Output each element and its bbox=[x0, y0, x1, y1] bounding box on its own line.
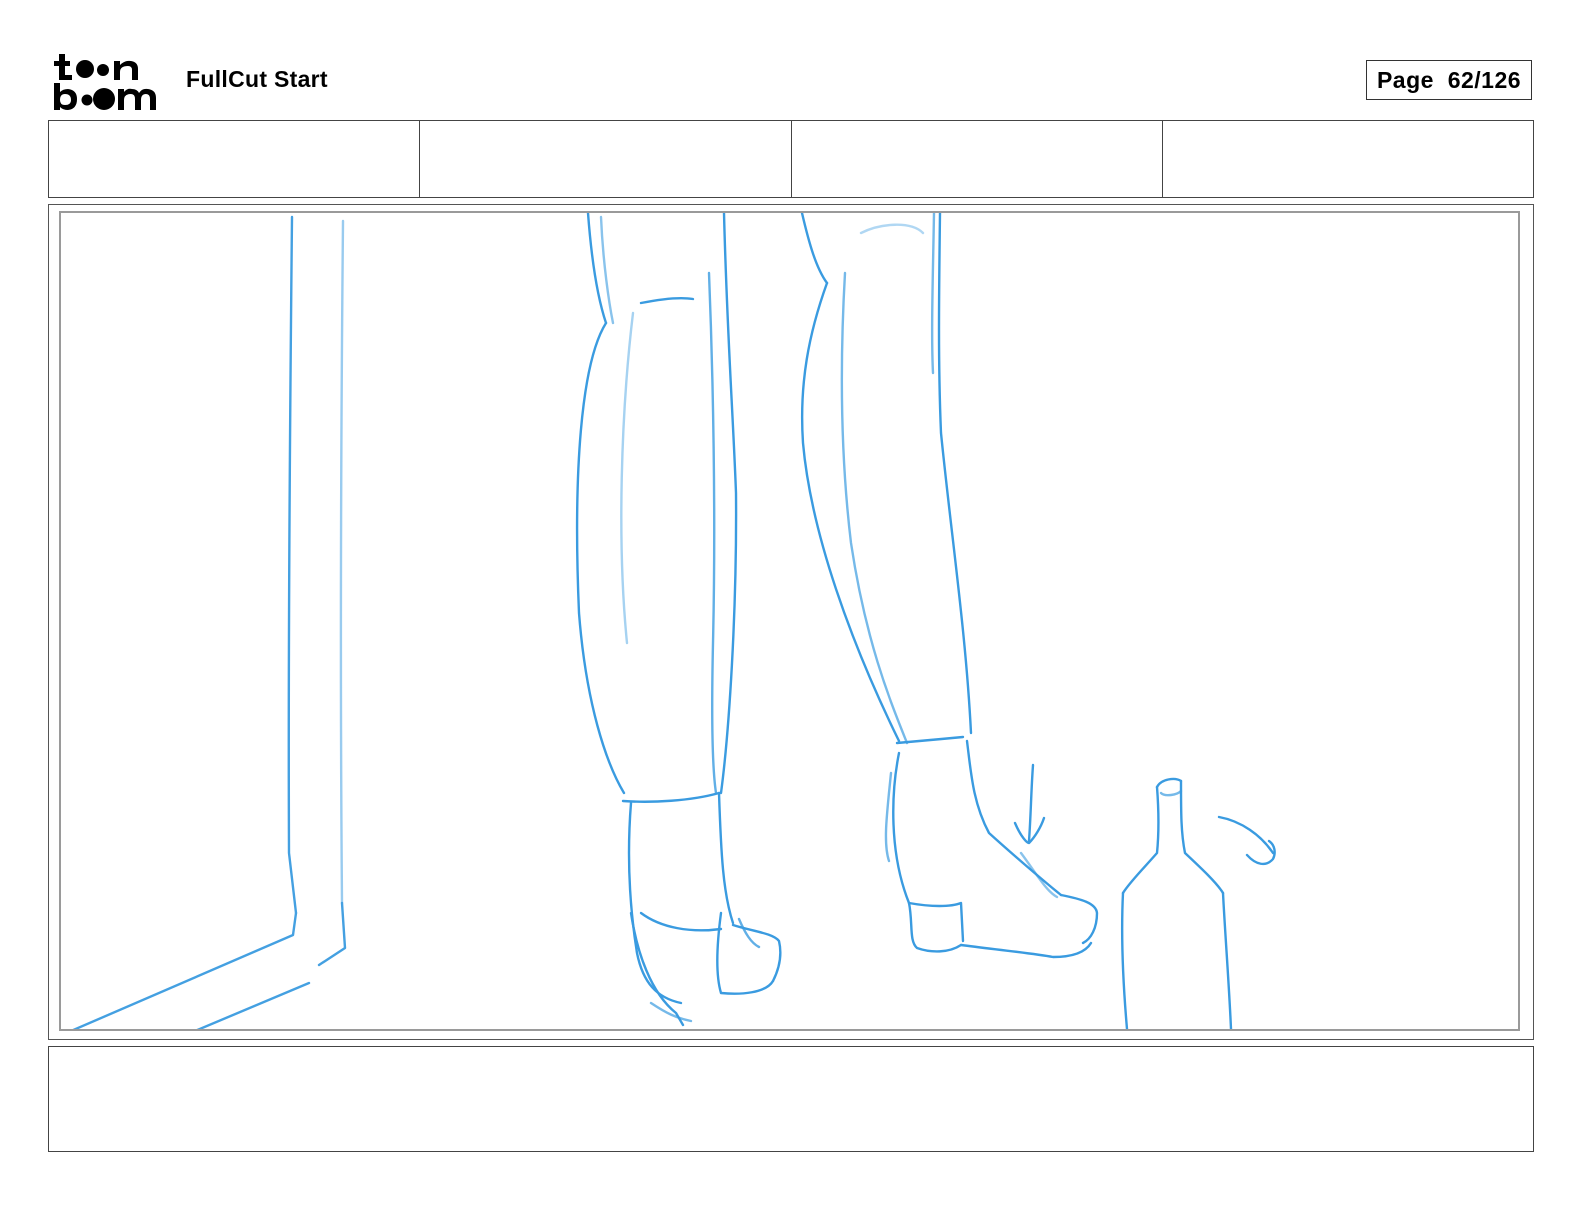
storyboard-panel[interactable] bbox=[48, 204, 1534, 1040]
left-boot-sketch bbox=[621, 791, 782, 1027]
right-leg-sketch bbox=[800, 213, 973, 745]
left-leg-sketch bbox=[575, 213, 738, 795]
info-cell-4[interactable] bbox=[1163, 121, 1533, 197]
info-cell-2[interactable] bbox=[420, 121, 792, 197]
info-cell-3[interactable] bbox=[792, 121, 1163, 197]
panel-sketch bbox=[72, 213, 1276, 1029]
bottle-sketch bbox=[1121, 777, 1233, 1029]
panel-info-row bbox=[48, 120, 1534, 198]
motion-arrow-sketch bbox=[1013, 763, 1046, 845]
page-indicator: Page 62/126 bbox=[1366, 60, 1532, 100]
toon-boom-logo bbox=[52, 52, 164, 112]
right-boot-sketch bbox=[884, 735, 1099, 959]
motion-lines-sketch bbox=[1217, 815, 1276, 866]
panel-drawing-area[interactable] bbox=[59, 211, 1520, 1031]
door-frame-sketch bbox=[72, 215, 347, 1029]
panel-caption-box[interactable] bbox=[48, 1046, 1534, 1152]
info-cell-1[interactable] bbox=[49, 121, 421, 197]
project-title: FullCut Start bbox=[186, 66, 328, 92]
